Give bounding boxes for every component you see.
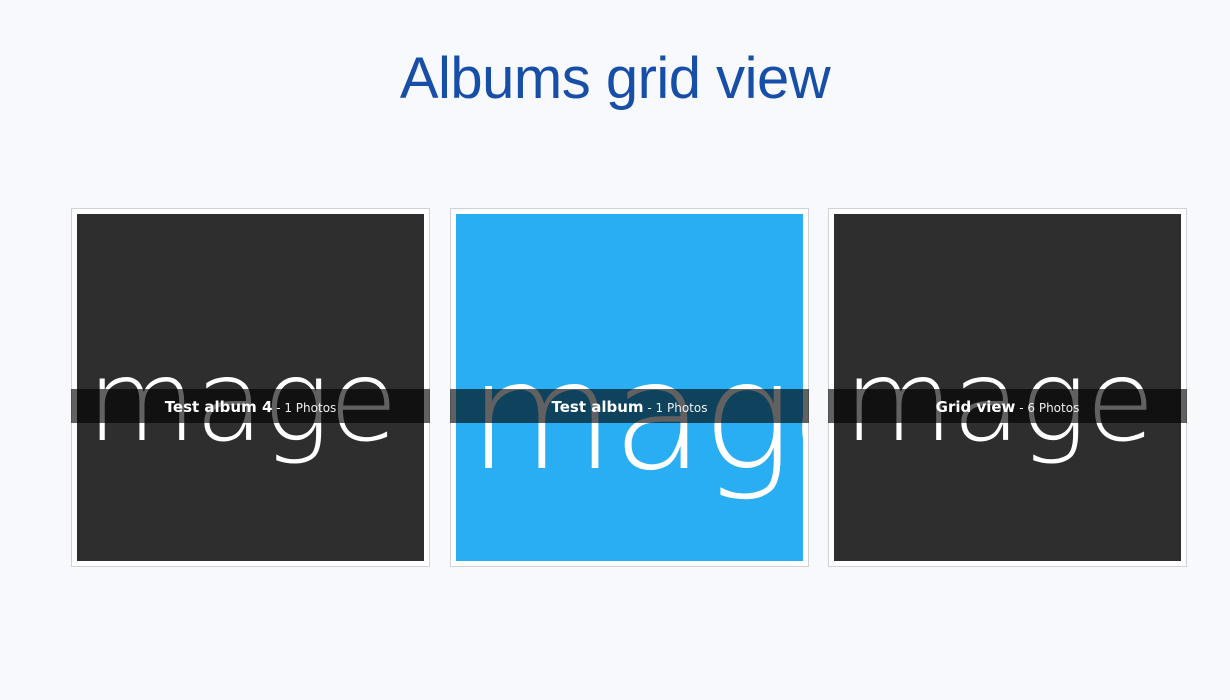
album-caption[interactable]: Test album - 1 Photos <box>450 389 809 423</box>
album-name: Test album <box>551 398 644 416</box>
album-name: Test album 4 <box>164 398 273 416</box>
album-separator: - <box>643 401 656 415</box>
page-title: Albums grid view <box>399 46 831 111</box>
album-separator: - <box>1015 401 1028 415</box>
album-card-test-album[interactable]: Image Test album - 1 Photos <box>450 208 809 567</box>
album-photo-count: 6 Photos <box>1027 401 1080 415</box>
album-caption[interactable]: Test album 4 - 1 Photos <box>71 389 430 423</box>
album-card-test-album-4[interactable]: Image three Test album 4 - 1 Photos <box>71 208 430 567</box>
album-thumbnail[interactable]: Image three <box>77 214 424 561</box>
album-thumbnail[interactable]: Image three <box>834 214 1181 561</box>
album-photo-count: 1 Photos <box>655 401 708 415</box>
album-photo-count: 1 Photos <box>284 401 337 415</box>
album-separator: - <box>272 401 285 415</box>
album-thumbnail[interactable]: Image <box>456 214 803 561</box>
album-caption[interactable]: Grid view - 6 Photos <box>828 389 1187 423</box>
album-card-grid-view[interactable]: Image three Grid view - 6 Photos <box>828 208 1187 567</box>
album-name: Grid view <box>935 398 1016 416</box>
